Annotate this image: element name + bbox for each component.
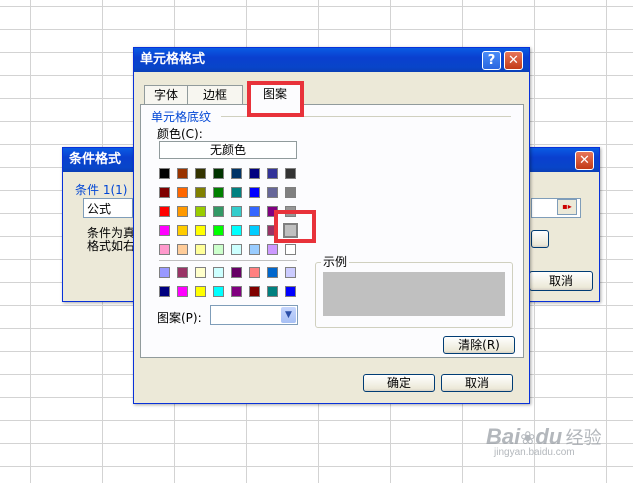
condition-type-value: 公式 [87, 202, 112, 216]
color-swatch[interactable] [267, 187, 278, 198]
chevron-down-icon[interactable]: ▼ [281, 307, 296, 323]
color-swatch[interactable] [177, 244, 188, 255]
watermark-suffix: 经验 [565, 428, 602, 448]
cond-cancel-button[interactable]: 取消 [529, 271, 593, 291]
color-swatch[interactable] [213, 187, 224, 198]
color-swatch[interactable] [195, 187, 206, 198]
pattern-tab-page: 单元格底纹 颜色(C): 无颜色 图案(P): ▼ 示例 清除(R) [140, 104, 524, 358]
format-cells-title: 单元格格式 [140, 52, 206, 67]
color-swatch[interactable] [177, 187, 188, 198]
watermark-brand: Bai [486, 424, 521, 449]
color-swatch[interactable] [195, 267, 206, 278]
color-swatch[interactable] [231, 206, 242, 217]
highlight-tab-box [247, 81, 304, 117]
paw-icon: ❀ [520, 428, 536, 448]
color-swatch[interactable] [159, 206, 170, 217]
condition-type-select[interactable]: 公式 [83, 198, 133, 218]
color-swatch[interactable] [159, 168, 170, 179]
range-select-icon[interactable]: ▪▸ [557, 199, 577, 215]
color-swatch[interactable] [249, 168, 260, 179]
color-swatch[interactable] [285, 267, 296, 278]
color-swatch[interactable] [213, 286, 224, 297]
color-swatch[interactable] [231, 244, 242, 255]
color-swatch[interactable] [267, 286, 278, 297]
watermark-brand2: du [535, 424, 563, 449]
color-swatch[interactable] [285, 244, 296, 255]
tab-font[interactable]: 字体 [144, 85, 188, 105]
color-swatch[interactable] [213, 206, 224, 217]
color-swatch[interactable] [213, 168, 224, 179]
color-swatch[interactable] [213, 225, 224, 236]
color-swatch[interactable] [177, 168, 188, 179]
color-swatch[interactable] [159, 286, 170, 297]
color-swatch[interactable] [231, 225, 242, 236]
close-icon[interactable]: ✕ [504, 51, 523, 70]
color-swatch[interactable] [231, 187, 242, 198]
pattern-label: 图案(P): [157, 311, 202, 325]
color-swatch[interactable] [159, 225, 170, 236]
condition-label: 条件 1(1) [75, 183, 128, 197]
color-swatch[interactable] [267, 244, 278, 255]
format-button[interactable] [531, 230, 549, 248]
format-cells-dialog: 单元格格式 ? ✕ 字体 边框 图案 单元格底纹 颜色(C): 无颜色 图案(P… [133, 47, 530, 404]
color-swatch[interactable] [195, 168, 206, 179]
color-swatch[interactable] [177, 286, 188, 297]
color-label: 颜色(C): [157, 127, 203, 141]
color-swatch[interactable] [231, 267, 242, 278]
color-swatch[interactable] [177, 225, 188, 236]
cancel-button[interactable]: 取消 [441, 374, 513, 392]
highlight-color-box [274, 210, 316, 243]
clear-button[interactable]: 清除(R) [443, 336, 515, 354]
color-swatch[interactable] [213, 267, 224, 278]
no-color-button[interactable]: 无颜色 [159, 141, 297, 159]
color-swatch[interactable] [249, 244, 260, 255]
pattern-select[interactable]: ▼ [210, 305, 298, 325]
color-swatch[interactable] [249, 225, 260, 236]
color-swatch[interactable] [213, 244, 224, 255]
sample-label: 示例 [321, 253, 350, 270]
color-swatch[interactable] [285, 286, 296, 297]
ok-button[interactable]: 确定 [363, 374, 435, 392]
tab-border[interactable]: 边框 [187, 85, 243, 105]
color-swatch[interactable] [177, 267, 188, 278]
sample-preview [323, 272, 505, 316]
palette-separator [159, 260, 297, 261]
condition-desc-line2: 格式如右 [87, 239, 136, 253]
color-swatch[interactable] [249, 206, 260, 217]
color-swatch[interactable] [159, 244, 170, 255]
close-icon[interactable]: ✕ [575, 151, 594, 170]
color-swatch[interactable] [231, 286, 242, 297]
color-swatch[interactable] [195, 244, 206, 255]
conditional-format-title: 条件格式 [69, 152, 122, 167]
color-swatch[interactable] [249, 267, 260, 278]
color-swatch[interactable] [195, 206, 206, 217]
color-swatch[interactable] [285, 168, 296, 179]
watermark-url: jingyan.baidu.com [494, 447, 575, 458]
color-swatch[interactable] [159, 267, 170, 278]
color-swatch[interactable] [231, 168, 242, 179]
color-swatch[interactable] [195, 225, 206, 236]
color-swatch[interactable] [195, 286, 206, 297]
color-swatch[interactable] [159, 187, 170, 198]
cell-shading-group-label: 单元格底纹 [151, 110, 212, 124]
color-swatch[interactable] [267, 267, 278, 278]
color-swatch[interactable] [267, 168, 278, 179]
color-swatch[interactable] [285, 187, 296, 198]
color-swatch[interactable] [249, 286, 260, 297]
help-icon[interactable]: ? [482, 51, 501, 70]
color-swatch[interactable] [177, 206, 188, 217]
baidu-watermark: Bai❀du 经验 jingyan.baidu.com [486, 424, 602, 458]
color-swatch[interactable] [249, 187, 260, 198]
format-cells-titlebar: 单元格格式 ? ✕ [134, 48, 529, 72]
